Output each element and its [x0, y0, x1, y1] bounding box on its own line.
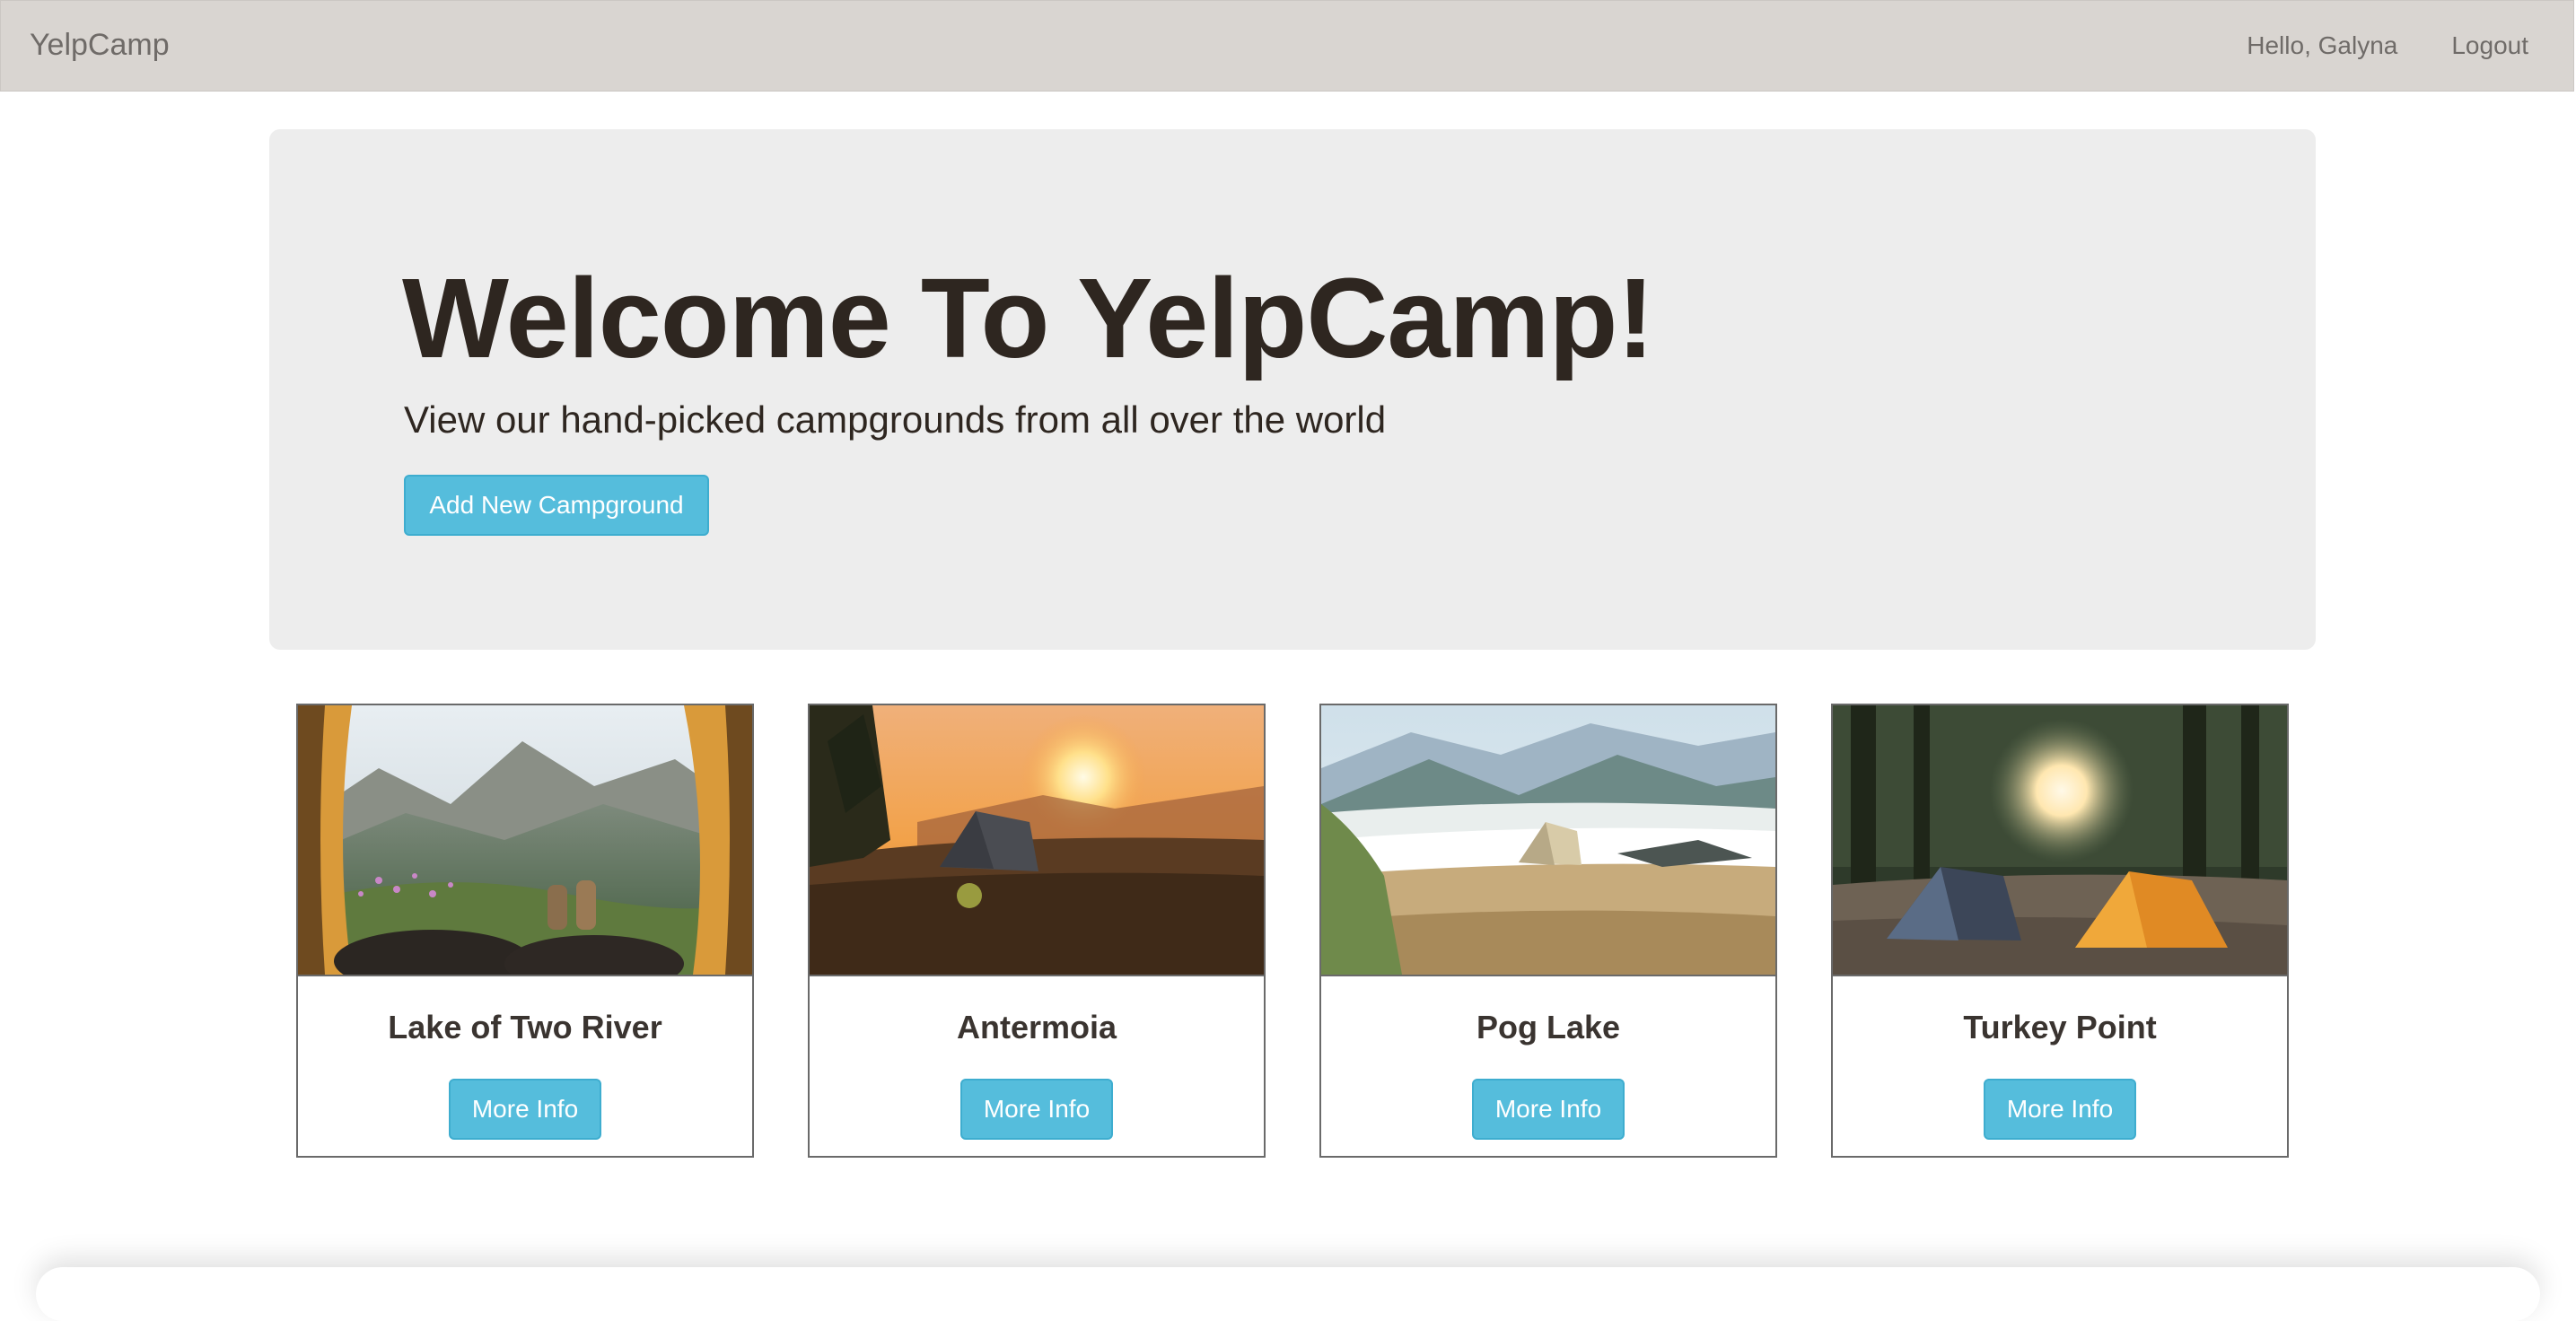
campground-name: Pog Lake: [1476, 1009, 1621, 1045]
campground-name: Lake of Two River: [388, 1009, 662, 1045]
campground-card: Lake of Two River More Info: [296, 704, 754, 1158]
add-campground-button[interactable]: Add New Campground: [404, 475, 709, 536]
campground-image-forest-tents[interactable]: [1833, 705, 2287, 976]
campground-image-mountain-tent[interactable]: [1321, 705, 1775, 976]
campground-card: Turkey Point More Info: [1831, 704, 2289, 1158]
page-title: Welcome To YelpCamp!: [402, 255, 1654, 381]
campground-card: Antermoia More Info: [808, 704, 1266, 1158]
nav-right: Hello, Galyna Logout: [2247, 31, 2528, 60]
user-greeting-link[interactable]: Hello, Galyna: [2247, 31, 2397, 60]
more-info-button[interactable]: More Info: [1472, 1079, 1625, 1140]
navbar: YelpCamp Hello, Galyna Logout: [0, 0, 2574, 92]
more-info-button[interactable]: More Info: [449, 1079, 601, 1140]
brand-link[interactable]: YelpCamp: [30, 28, 170, 63]
campground-name: Antermoia: [956, 1009, 1117, 1045]
page-subtitle: View our hand-picked campgrounds from al…: [404, 398, 1387, 441]
campground-name: Turkey Point: [1963, 1009, 2157, 1045]
more-info-button[interactable]: More Info: [1984, 1079, 2136, 1140]
logout-link[interactable]: Logout: [2451, 31, 2528, 60]
jumbotron: Welcome To YelpCamp! View our hand-picke…: [269, 129, 2316, 650]
more-info-button[interactable]: More Info: [960, 1079, 1113, 1140]
campground-card: Pog Lake More Info: [1319, 704, 1777, 1158]
footer-shadow: [36, 1267, 2540, 1321]
campground-image-tent-view[interactable]: [298, 705, 752, 976]
campground-image-sunset-tent[interactable]: [810, 705, 1264, 976]
